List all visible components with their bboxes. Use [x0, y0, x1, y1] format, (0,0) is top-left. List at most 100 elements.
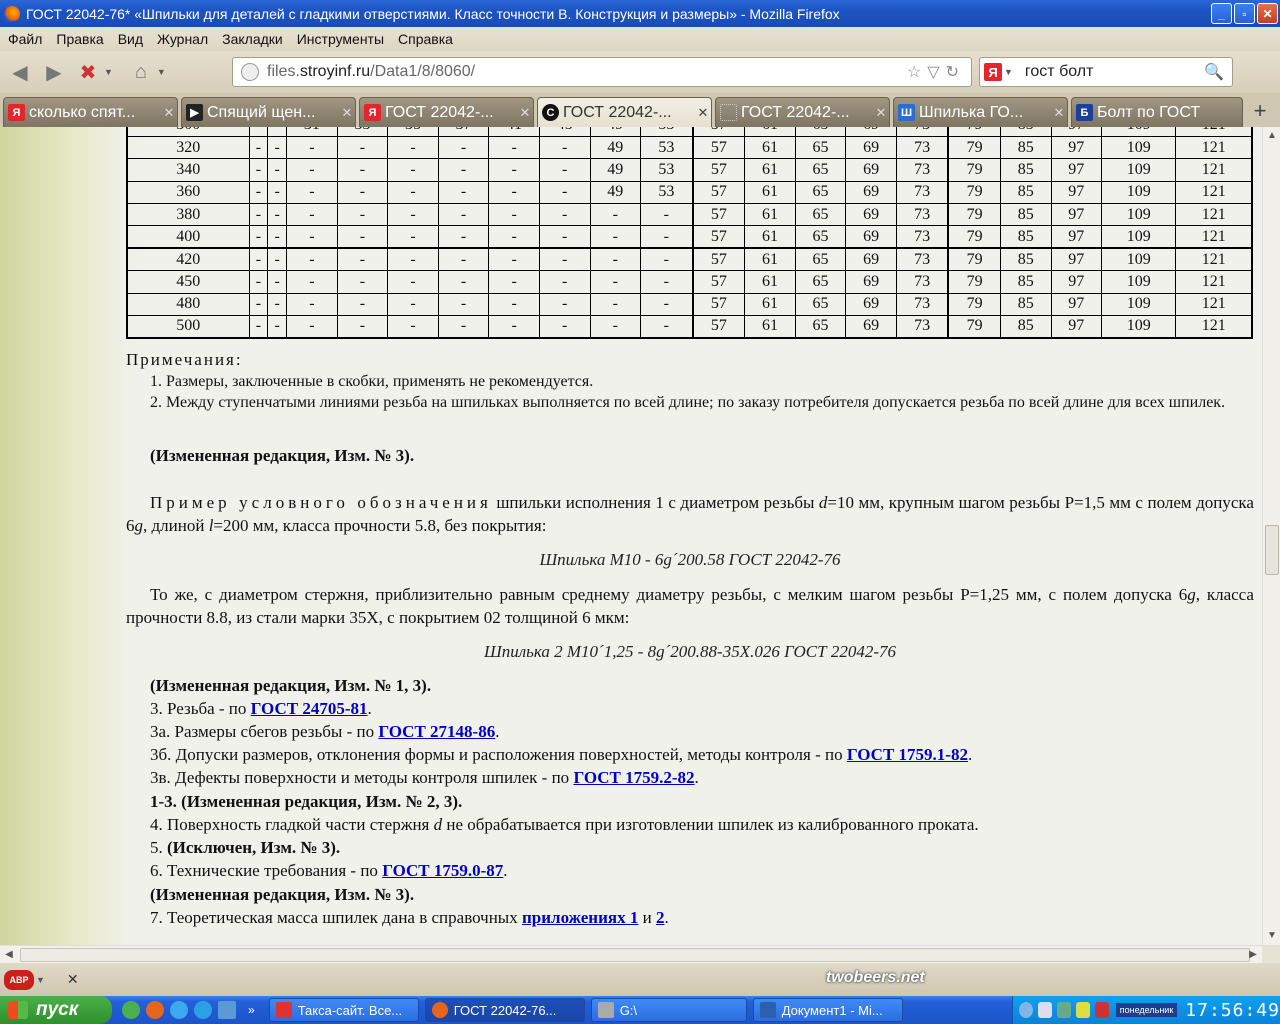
tab-close-icon[interactable]: ✕ [1051, 105, 1067, 121]
menu-view[interactable]: Вид [112, 31, 151, 47]
skype-icon[interactable] [194, 1001, 212, 1019]
table-cell: - [437, 225, 490, 249]
table-cell: - [437, 315, 490, 339]
tab[interactable]: ▶ Спящий щен... ✕ [181, 97, 356, 127]
tab[interactable]: Ш Шпилька ГО... ✕ [893, 97, 1068, 127]
bookmark-star-icon[interactable]: ☆▽↻ [907, 62, 965, 82]
taskbar-button[interactable]: Такса-сайт. Все... [268, 998, 419, 1022]
scroll-up-icon[interactable]: ▲ [1263, 127, 1280, 145]
appendix-1-link[interactable]: приложениях 1 [522, 908, 638, 927]
firefox-quicklaunch-icon[interactable] [146, 1001, 164, 1019]
tab[interactable]: Я ГОСТ 22042-... ✕ [359, 97, 534, 127]
table-cell: 41 [488, 127, 540, 137]
minimize-button[interactable]: _ [1211, 3, 1232, 24]
history-dropdown-icon[interactable]: ▼ [104, 67, 113, 77]
table-row: 320- - - - - - - -49 53 57 61 65 69 73 79 85 97 109 121 [126, 135, 1253, 160]
table-cell: - [267, 158, 288, 182]
home-dropdown-icon[interactable]: ▼ [157, 67, 166, 77]
table-cell: 97 [1050, 158, 1103, 182]
stop-icon[interactable]: ✖ [74, 58, 102, 86]
network-icon[interactable] [122, 1001, 140, 1019]
table-cell: 31 [286, 127, 338, 137]
adblock-icon[interactable]: ABP [4, 969, 34, 990]
menu-edit[interactable]: Правка [50, 31, 111, 47]
table-cell: 57 [691, 135, 746, 160]
scroll-down-icon[interactable]: ▼ [1263, 927, 1280, 945]
menu-tools[interactable]: Инструменты [291, 31, 392, 47]
back-button[interactable]: ◀ [6, 58, 34, 86]
table-cell: 85 [999, 315, 1052, 339]
menu-file[interactable]: Файл [2, 31, 50, 47]
home-icon[interactable]: ⌂ [127, 58, 155, 86]
tab-active[interactable]: C ГОСТ 22042-... ✕ [537, 97, 712, 127]
table-cell: 69 [845, 292, 897, 317]
table-cell: 61 [744, 270, 796, 294]
table-cell: - [387, 315, 439, 339]
table-cell: 69 [845, 180, 897, 205]
search-input[interactable]: гост болт [1025, 63, 1204, 81]
table-cell: - [538, 203, 591, 227]
close-addon-bar-icon[interactable]: ✕ [67, 971, 79, 988]
network-tray-icon[interactable] [1056, 1002, 1071, 1018]
table-cell: - [589, 292, 642, 317]
windows-taskbar: пуск » Такса-сайт. Все... ГОСТ 22042-76.… [0, 996, 1280, 1024]
table-cell: - [538, 270, 591, 294]
tab-close-icon[interactable]: ✕ [873, 105, 889, 121]
desktop-icon[interactable] [218, 1001, 236, 1019]
tab[interactable]: ГОСТ 22042-... ✕ [715, 97, 890, 127]
tab[interactable]: Б Болт по ГОСТ [1071, 97, 1243, 127]
gost-1759-1-link[interactable]: ГОСТ 1759.1-82 [847, 745, 968, 764]
table-cell: 73 [895, 127, 949, 137]
gost-24705-link[interactable]: ГОСТ 24705-81 [251, 699, 368, 718]
table-cell: 109 [1101, 203, 1177, 227]
start-button[interactable]: пуск [0, 996, 112, 1024]
gost-27148-link[interactable]: ГОСТ 27148-86 [378, 722, 495, 741]
close-button[interactable]: ✕ [1257, 3, 1278, 24]
gost-1759-2-link[interactable]: ГОСТ 1759.2-82 [573, 768, 694, 787]
update-icon[interactable] [1075, 1002, 1090, 1018]
site-identity-icon[interactable] [241, 63, 259, 81]
search-engine-dropdown-icon[interactable]: ▼ [1004, 67, 1013, 77]
table-cell: - [248, 270, 269, 294]
quick-launch-more-icon[interactable]: » [248, 1003, 255, 1017]
menu-bookmarks[interactable]: Закладки [216, 31, 291, 47]
vertical-scrollbar[interactable]: ▲ ▼ [1262, 127, 1280, 945]
ie-icon[interactable] [170, 1001, 188, 1019]
table-cell: 79 [947, 270, 1001, 294]
taskbar-button[interactable]: G:\ [590, 998, 747, 1022]
scroll-thumb[interactable] [1265, 525, 1279, 575]
search-icon[interactable]: 🔍 [1204, 62, 1224, 82]
addon-bar: ABP ▼ ✕ twobeers.net [0, 963, 1280, 996]
table-cell: - [336, 225, 389, 249]
table-cell: - [538, 292, 591, 317]
new-tab-button[interactable]: + [1247, 97, 1273, 127]
menu-help[interactable]: Справка [392, 31, 461, 47]
gost-1759-0-link[interactable]: ГОСТ 1759.0-87 [382, 861, 503, 880]
tab-label: сколько спят... [29, 103, 136, 121]
tab-close-icon[interactable]: ✕ [695, 105, 711, 121]
tab-close-icon[interactable]: ✕ [517, 105, 533, 121]
url-text[interactable]: files.stroyinf.ru/Data1/8/8060/ [267, 63, 907, 81]
adblock-dropdown-icon[interactable]: ▼ [36, 975, 45, 985]
scroll-left-icon[interactable]: ◀ [0, 946, 18, 964]
tab-close-icon[interactable]: ✕ [339, 105, 355, 121]
menu-history[interactable]: Журнал [151, 31, 216, 47]
table-cell: 69 [845, 127, 897, 137]
horizontal-scrollbar[interactable]: ◀ ▶ [0, 945, 1262, 963]
tray-arrow-icon[interactable] [1019, 1002, 1033, 1018]
taskbar-button[interactable]: ГОСТ 22042-76... [424, 998, 585, 1022]
search-bar[interactable]: Я ▼ гост болт 🔍 [979, 57, 1233, 87]
designation-formula-1: Шпилька М10 - 6g´200.58 ГОСТ 22042-76 [539, 550, 841, 569]
security-icon[interactable] [1094, 1002, 1109, 1018]
scroll-right-icon[interactable]: ▶ [1244, 946, 1262, 964]
maximize-button[interactable]: ▫ [1234, 3, 1255, 24]
title-bar: ГОСТ 22042-76* «Шпильки для деталей с гл… [0, 0, 1280, 27]
tab[interactable]: Я сколько спят... ✕ [3, 97, 178, 127]
yandex-search-icon[interactable]: Я [984, 63, 1002, 81]
volume-icon[interactable] [1037, 1002, 1052, 1018]
forward-button[interactable]: ▶ [40, 58, 68, 86]
tab-close-icon[interactable]: ✕ [161, 105, 177, 121]
url-bar[interactable]: files.stroyinf.ru/Data1/8/8060/ ☆▽↻ [232, 57, 972, 87]
horizontal-scroll-thumb[interactable] [20, 948, 1250, 962]
taskbar-button[interactable]: Документ1 - Mi... [752, 998, 903, 1022]
